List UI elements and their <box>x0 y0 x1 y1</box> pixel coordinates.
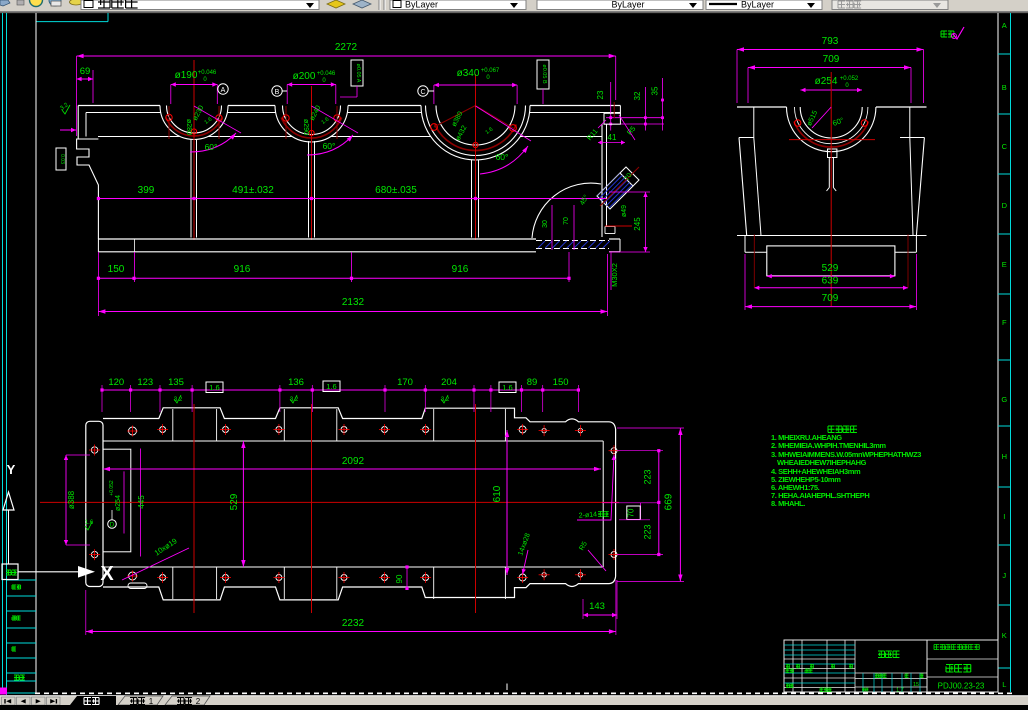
svg-text:445: 445 <box>137 495 146 509</box>
svg-text:120: 120 <box>108 377 124 388</box>
svg-text:ø290: ø290 <box>302 119 309 135</box>
svg-text:35: 35 <box>651 86 660 95</box>
svg-text:223: 223 <box>643 524 653 539</box>
svg-text:1.6: 1.6 <box>209 383 219 392</box>
svg-text:150: 150 <box>108 264 125 275</box>
svg-text:916: 916 <box>452 264 469 275</box>
svg-text:529: 529 <box>229 493 240 510</box>
svg-text:B: B <box>275 89 280 96</box>
svg-text:D: D <box>1002 201 1008 210</box>
svg-text:70: 70 <box>626 508 635 517</box>
svg-text:E: E <box>1002 260 1007 269</box>
svg-text:639: 639 <box>822 276 839 287</box>
svg-text:J: J <box>1002 571 1006 580</box>
svg-text:170: 170 <box>397 377 413 388</box>
svg-text:491±.032: 491±.032 <box>232 185 274 196</box>
svg-text:60°: 60° <box>323 141 336 151</box>
svg-text:+0.046: +0.046 <box>317 71 336 77</box>
svg-text:C: C <box>1002 142 1008 151</box>
svg-text:1: 1 <box>149 697 154 705</box>
svg-text:ø280: ø280 <box>185 119 192 135</box>
svg-text:41: 41 <box>608 133 617 142</box>
svg-text:ø190: ø190 <box>175 70 198 81</box>
svg-text:916: 916 <box>234 264 251 275</box>
svg-text:245: 245 <box>633 217 642 231</box>
svg-text:2132: 2132 <box>342 297 365 308</box>
svg-text:1.6: 1.6 <box>326 382 336 391</box>
svg-text:709: 709 <box>823 54 840 65</box>
svg-text:150: 150 <box>553 377 569 388</box>
svg-text:G: G <box>1001 395 1007 404</box>
svg-text:69: 69 <box>80 66 91 77</box>
svg-text:ø200: ø200 <box>293 71 316 82</box>
svg-text:H: H <box>1002 452 1007 461</box>
svg-text:ø49: ø49 <box>621 205 628 217</box>
svg-text:60°: 60° <box>496 152 509 162</box>
svg-text:1:7: 1:7 <box>896 688 904 694</box>
svg-text:ø340: ø340 <box>457 68 480 79</box>
svg-text:2: 2 <box>196 697 201 705</box>
svg-text:610: 610 <box>492 485 503 502</box>
svg-text:0.03: 0.03 <box>59 154 65 164</box>
svg-text:143: 143 <box>589 601 605 612</box>
svg-text:1.6: 1.6 <box>85 520 94 526</box>
svg-text:B: B <box>1002 83 1007 92</box>
svg-text:ø254: ø254 <box>815 76 838 87</box>
svg-text:ByLayer: ByLayer <box>741 0 774 10</box>
svg-text:8. MHAHL.: 8. MHAHL. <box>771 499 805 508</box>
svg-text:C: C <box>420 89 425 96</box>
svg-text:135: 135 <box>168 377 184 388</box>
svg-text:+0.046: +0.046 <box>198 70 217 76</box>
svg-text:WHEAIEDHEW7IHEPHAHG: WHEAIEDHEW7IHEPHAHG <box>777 458 867 467</box>
svg-text:60°: 60° <box>205 142 218 152</box>
svg-text:70: 70 <box>563 217 570 225</box>
svg-text:2. MHEMIEIA.WHPIH.TMENHIL3mm: 2. MHEMIEIA.WHPIH.TMENHIL3mm <box>771 441 886 450</box>
svg-text:669: 669 <box>664 493 675 510</box>
svg-text:+0.052: +0.052 <box>109 480 115 496</box>
svg-text:204: 204 <box>441 377 457 388</box>
svg-text:Y: Y <box>7 462 16 477</box>
svg-text:2-ø14: 2-ø14 <box>579 511 598 519</box>
svg-text:2272: 2272 <box>335 42 358 53</box>
svg-text:136: 136 <box>288 377 304 388</box>
svg-text:32: 32 <box>633 91 642 100</box>
svg-text:+0.052: +0.052 <box>840 76 859 82</box>
svg-text:23: 23 <box>596 90 605 99</box>
svg-text:ø254: ø254 <box>115 495 122 511</box>
svg-text:793: 793 <box>822 36 839 47</box>
svg-text:I: I <box>1003 512 1005 521</box>
svg-text:ø0.05 A: ø0.05 A <box>355 64 361 83</box>
svg-text:529: 529 <box>822 263 839 274</box>
svg-text:ByLayer: ByLayer <box>611 0 644 10</box>
svg-text:680±.035: 680±.035 <box>375 185 417 196</box>
svg-text:L: L <box>1002 680 1006 689</box>
svg-text:A: A <box>1002 21 1007 30</box>
svg-text:K: K <box>1002 631 1007 640</box>
svg-text:ByLayer: ByLayer <box>405 0 438 10</box>
svg-text:89: 89 <box>527 377 538 388</box>
svg-text:PDJ00.23-23: PDJ00.23-23 <box>938 682 985 691</box>
svg-text:D: D <box>110 523 115 529</box>
svg-text:223: 223 <box>643 469 653 484</box>
svg-text:ø388: ø388 <box>67 490 76 509</box>
svg-text:15: 15 <box>913 682 919 688</box>
svg-text:1.6: 1.6 <box>502 383 512 392</box>
svg-text:90: 90 <box>395 574 404 583</box>
svg-text:+0.067: +0.067 <box>481 68 500 74</box>
svg-text:2092: 2092 <box>342 456 365 467</box>
svg-text:399: 399 <box>138 185 155 196</box>
svg-text:ø0.05 B: ø0.05 B <box>541 64 547 84</box>
svg-text:123: 123 <box>137 377 153 388</box>
svg-text:2232: 2232 <box>342 618 365 629</box>
svg-text:A: A <box>221 87 226 94</box>
svg-text:709: 709 <box>822 293 839 304</box>
svg-text:F: F <box>1002 318 1007 327</box>
svg-text:30: 30 <box>542 220 549 228</box>
